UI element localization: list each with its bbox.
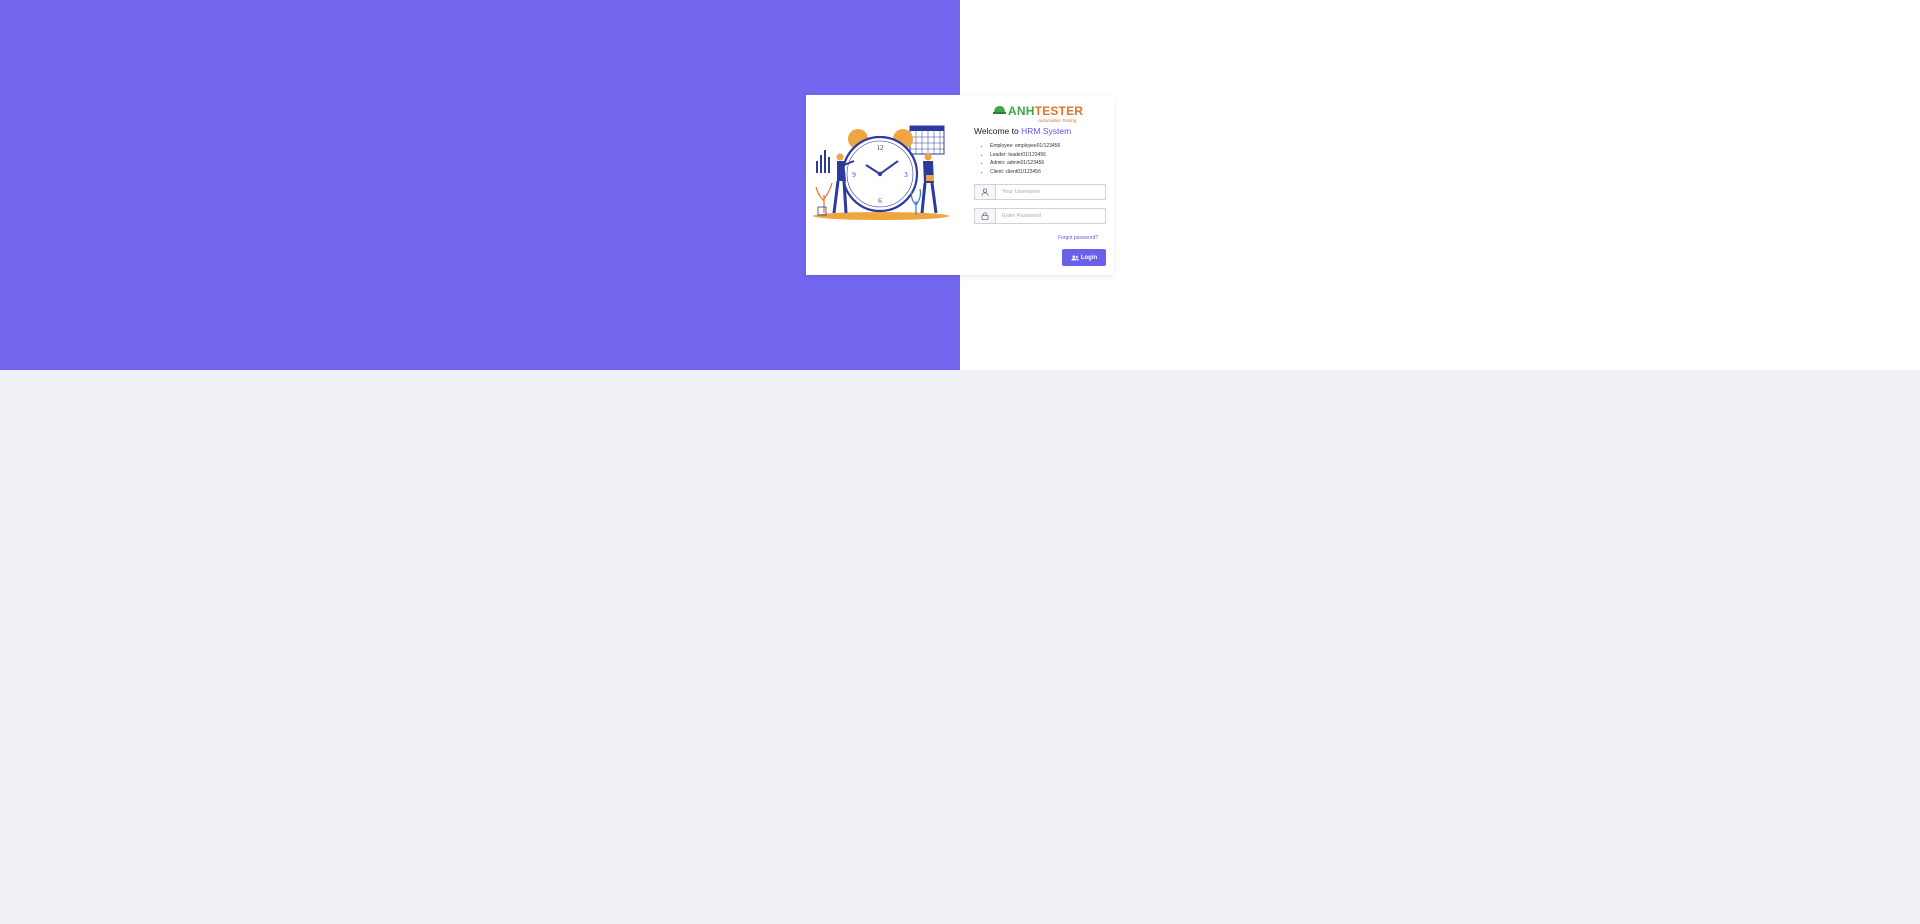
- credential-client: Client: client01/123456: [990, 168, 1060, 177]
- password-input[interactable]: [996, 209, 1105, 223]
- time-management-illustration: 12 3 6 9: [813, 125, 949, 220]
- username-field-group: [974, 184, 1106, 200]
- clock-number-12: 12: [877, 144, 885, 152]
- password-field-group: [974, 208, 1106, 224]
- credential-admin: Admin: admin01/123456: [990, 159, 1060, 168]
- credentials-list: Employee: employee01/123456 Leader: lead…: [980, 142, 1060, 176]
- logo-text-anh: ANH: [1008, 104, 1035, 118]
- clock-number-3: 3: [904, 171, 908, 179]
- anhtester-logo: ANHTESTER Automation Testing: [993, 104, 1083, 126]
- credential-employee: Employee: employee01/123456: [990, 142, 1060, 151]
- forgot-password-link[interactable]: Forgot password?: [1058, 235, 1098, 241]
- login-label: Login: [1080, 254, 1098, 261]
- lock-icon: [975, 209, 996, 223]
- login-button[interactable]: Login: [1062, 249, 1106, 266]
- logo-text-tester: TESTER: [1034, 104, 1084, 118]
- user-group-icon: [1071, 254, 1079, 260]
- welcome-heading: Welcome to HRM System: [974, 126, 1071, 136]
- clock-number-9: 9: [852, 171, 856, 179]
- credential-leader: Leader: leader01/123456: [990, 151, 1060, 160]
- username-input[interactable]: [996, 185, 1105, 199]
- welcome-brand: HRM System: [1021, 126, 1072, 136]
- helmet-icon: [993, 106, 1006, 114]
- welcome-prefix: Welcome to: [974, 126, 1019, 136]
- user-icon: [975, 185, 996, 199]
- clock-number-6: 6: [878, 197, 882, 205]
- illustration-panel: 12 3 6 9: [806, 95, 960, 275]
- logo-tagline: Automation Testing: [1038, 118, 1077, 123]
